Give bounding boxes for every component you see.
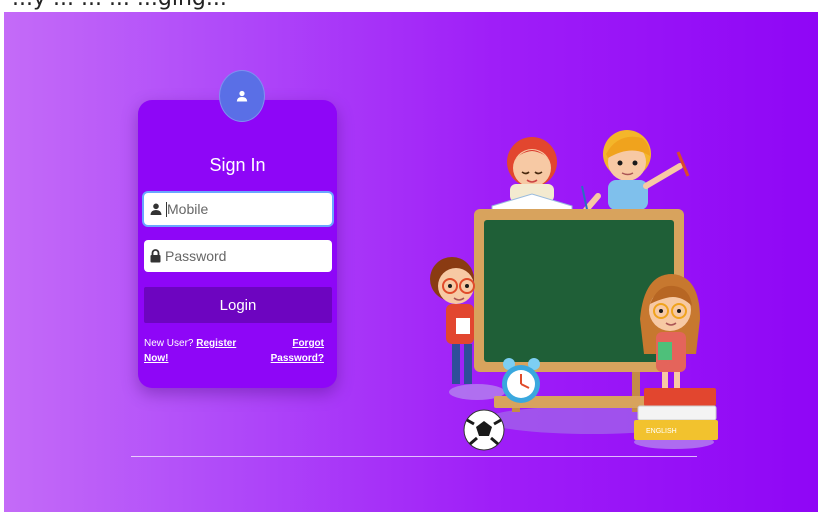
password-field[interactable] <box>144 240 332 272</box>
new-user-text: New User? <box>144 338 194 349</box>
login-page: Sign In Login New User? RegisterNow! For… <box>4 12 818 512</box>
forgot-password-link[interactable]: Forgot Password? <box>271 338 324 364</box>
login-button[interactable]: Login <box>144 287 332 323</box>
user-avatar <box>219 70 265 122</box>
password-input[interactable] <box>165 248 325 264</box>
child-peeking <box>430 257 475 384</box>
book-stack: ENGLISH <box>634 388 718 440</box>
top-cut-text: ...y ... ... ... ...ging... <box>12 0 227 11</box>
top-strip: ...y ... ... ... ...ging... <box>0 0 822 12</box>
sign-in-title: Sign In <box>209 155 266 175</box>
child-reading <box>491 137 573 216</box>
classroom-illustration: ENGLISH <box>430 130 718 451</box>
user-icon <box>236 90 248 102</box>
english-book-label: ENGLISH <box>646 428 677 435</box>
lock-icon <box>150 249 161 263</box>
child-writing <box>581 130 690 215</box>
mobile-field[interactable] <box>144 193 332 225</box>
person-icon <box>150 203 162 215</box>
child-girl <box>640 274 700 404</box>
mobile-input[interactable] <box>167 201 327 217</box>
soccer-ball <box>463 409 505 451</box>
